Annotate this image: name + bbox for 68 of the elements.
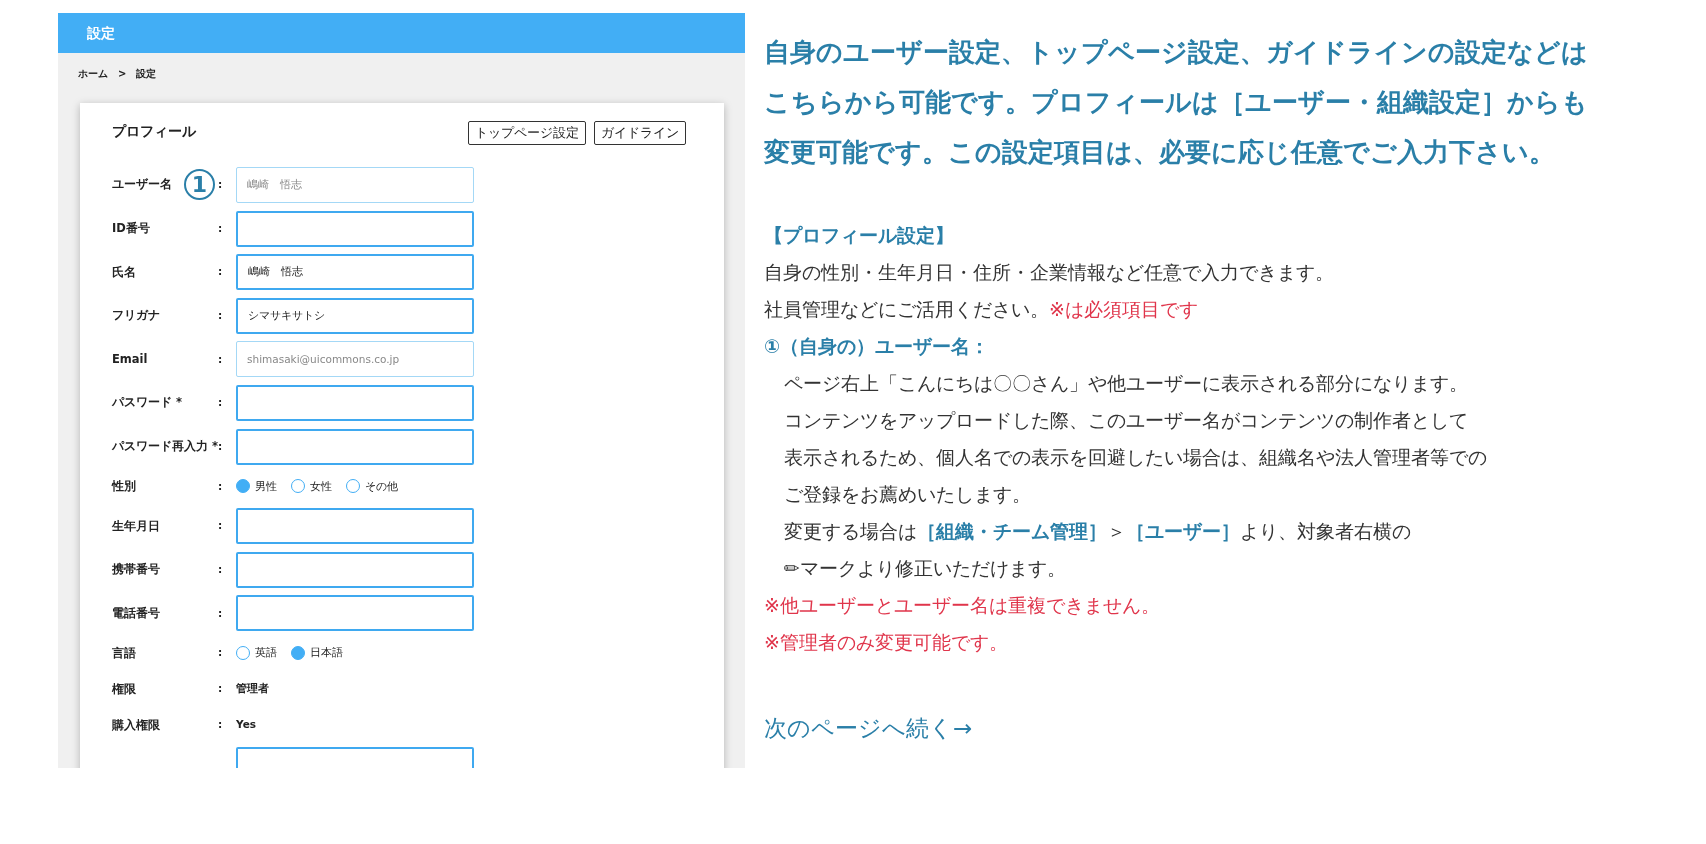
input-field[interactable] <box>236 551 474 588</box>
colon: : <box>218 605 224 621</box>
field-label: パスワード * <box>112 395 183 410</box>
text-line: ✏マークより修正いただけます。 <box>783 556 1067 581</box>
input-field[interactable] <box>236 385 474 421</box>
callout-number: 1 <box>184 169 215 201</box>
settings-button[interactable]: ガイドライン <box>594 121 686 146</box>
colon: : <box>218 351 224 367</box>
text-line: 変更する場合は［組織・チーム管理］＞［ユーザー］より、対象者右横の <box>783 519 1412 544</box>
colon: : <box>218 220 224 236</box>
text-line: 【プロフィール設定】 <box>764 223 955 248</box>
text-line: ご登録をお薦めいたします。 <box>783 482 1032 507</box>
input-field[interactable] <box>236 508 474 545</box>
radio-label: 女性 <box>310 478 332 494</box>
text-line: 表示されるため、個人名での表示を回避したい場合は、組織名や法人管理者等での <box>783 445 1488 470</box>
header-title: 設定 <box>87 23 115 43</box>
colon: : <box>218 518 224 534</box>
field-value: Yes <box>236 717 256 733</box>
heading-line: 自身のユーザー設定、トップページ設定、ガイドラインの設定などは <box>764 36 1589 69</box>
input-field[interactable] <box>236 428 474 465</box>
text-line: ※他ユーザーとユーザー名は重複できません。 <box>764 593 1161 618</box>
field-label: 権限 <box>112 681 136 696</box>
input-field[interactable]: 嶋崎 悟志 <box>236 254 474 291</box>
radio-label: 男性 <box>255 478 277 494</box>
colon: : <box>218 307 224 323</box>
field-label: 生年月日 <box>112 518 160 533</box>
card-title: プロフィール <box>112 122 196 141</box>
field-label: 電話番号 <box>112 605 160 620</box>
field-label: ユーザー名 <box>112 177 172 192</box>
colon: : <box>218 395 224 411</box>
field-label: 購入権限 <box>112 717 160 732</box>
text-line: コンテンツをアップロードした際、このユーザー名がコンテンツの制作者として <box>783 408 1469 433</box>
radio-label: 英語 <box>255 645 277 661</box>
breadcrumb-separator: > <box>118 67 127 81</box>
field-label: ID番号 <box>112 221 150 235</box>
colon: : <box>218 478 224 494</box>
field-label: 言語 <box>112 645 136 660</box>
text-line: ※管理者のみ変更可能です。 <box>764 630 1009 655</box>
next-page-link[interactable]: 次のページへ続く→ <box>764 711 973 746</box>
breadcrumb-item: 設定 <box>136 67 157 81</box>
text-line: ①（自身の）ユーザー名： <box>764 334 991 359</box>
heading-line: こちらから可能です。プロフィールは［ユーザー・組織設定］からも <box>764 86 1589 119</box>
input-field[interactable] <box>236 210 474 247</box>
settings-button[interactable]: トップページ設定 <box>468 121 586 146</box>
field-label: 氏名 <box>112 264 136 279</box>
text-line: 自身の性別・生年月日・住所・企業情報など任意で入力できます。 <box>764 260 1335 285</box>
field-label: 携帯番号 <box>112 562 160 577</box>
text-line: ページ右上「こんにちは〇〇さん」や他ユーザーに表示される部分になります。 <box>783 371 1469 396</box>
field-label: フリガナ <box>112 308 160 323</box>
colon: : <box>218 264 224 280</box>
field-label: 性別 <box>112 478 136 493</box>
colon: : <box>218 561 224 577</box>
colon: : <box>218 177 224 193</box>
text-line: 社員管理などにご活用ください。※は必須項目です <box>764 297 1199 322</box>
radio-button[interactable] <box>236 479 250 494</box>
breadcrumb-item[interactable]: ホーム <box>78 66 108 103</box>
field-label: Email <box>112 351 148 366</box>
colon: : <box>218 645 224 661</box>
input-field[interactable] <box>236 595 474 632</box>
radio-button[interactable] <box>291 646 305 661</box>
colon: : <box>218 717 224 733</box>
field-value: 管理者 <box>236 681 269 697</box>
radio-label: その他 <box>365 478 398 494</box>
colon: : <box>218 438 224 454</box>
heading-line: 変更可能です。この設定項目は、必要に応じ任意でご入力下さい。 <box>764 136 1556 169</box>
radio-label: 日本語 <box>310 645 343 661</box>
colon: : <box>218 681 224 697</box>
input-field[interactable]: シマサキサトシ <box>236 297 474 334</box>
